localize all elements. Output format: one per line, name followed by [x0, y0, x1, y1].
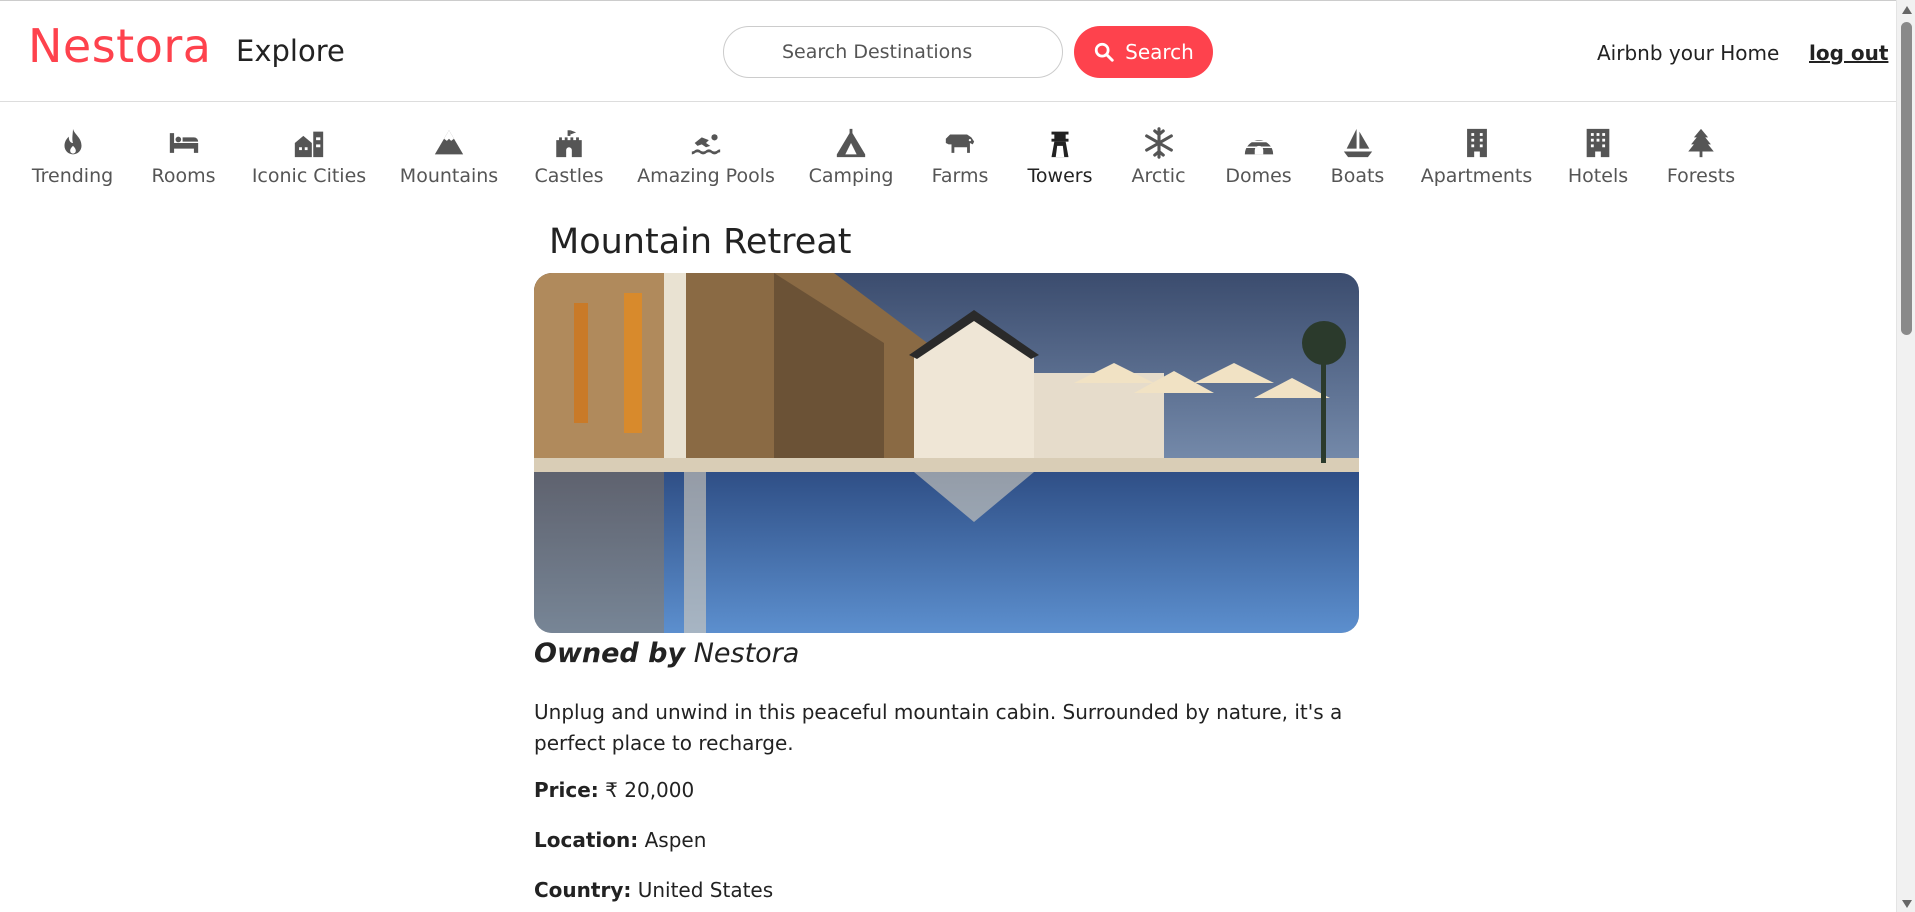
bed-icon — [169, 133, 198, 153]
scrollbar-thumb[interactable] — [1901, 22, 1912, 335]
search-button-label: Search — [1125, 40, 1194, 64]
filter-label: Towers — [1027, 165, 1093, 187]
filter-label: Castles — [534, 165, 604, 187]
brand-logo[interactable]: Nestora — [28, 19, 211, 73]
location-line: Location: Aspen — [534, 828, 706, 852]
location-label: Location: — [534, 828, 639, 852]
filter-label: Apartments — [1420, 165, 1533, 187]
city-icon — [294, 131, 324, 158]
price-label: Price: — [534, 778, 599, 802]
filter-label: Amazing Pools — [637, 165, 775, 187]
owner-name: Nestora — [693, 638, 800, 669]
country-value: United States — [637, 878, 774, 902]
filter-domes[interactable]: Domes — [1225, 126, 1292, 187]
filter-label: Farms — [931, 165, 989, 187]
tent-icon — [836, 128, 866, 158]
search-input[interactable] — [723, 26, 1063, 78]
filter-amazing-pools[interactable]: Amazing Pools — [637, 126, 775, 187]
fire-icon — [64, 128, 81, 155]
filter-label: Iconic Cities — [251, 165, 367, 187]
hotel-icon — [1586, 128, 1610, 158]
vertical-scrollbar[interactable] — [1896, 0, 1915, 912]
filter-boats[interactable]: Boats — [1331, 126, 1384, 187]
logout-link[interactable]: log out — [1809, 41, 1888, 65]
listing-title: Mountain Retreat — [549, 222, 852, 262]
filter-label: Boats — [1330, 165, 1385, 187]
owner-line: Owned by Nestora — [534, 638, 799, 669]
filter-label: Rooms — [151, 165, 216, 187]
filter-label: Trending — [31, 165, 114, 187]
filter-farms[interactable]: Farms — [931, 126, 989, 187]
country-label: Country: — [534, 878, 632, 902]
price-line: Price: ₹ 20,000 — [534, 778, 694, 802]
navbar: Nestora Explore Search Airbnb your Home … — [0, 0, 1896, 102]
filter-arctic[interactable]: Arctic — [1131, 126, 1186, 187]
filter-label: Hotels — [1567, 165, 1629, 187]
owned-by-label: Owned by — [534, 638, 686, 669]
filter-hotels[interactable]: Hotels — [1567, 126, 1629, 187]
filter-castles[interactable]: Castles — [534, 126, 604, 187]
filter-forests[interactable]: Forests — [1666, 126, 1736, 187]
filter-label: Mountains — [399, 165, 499, 187]
filter-label: Arctic — [1131, 165, 1186, 187]
swimmer-icon — [691, 134, 721, 155]
airbnb-your-home-link[interactable]: Airbnb your Home — [1597, 41, 1779, 65]
filters-bar: Trending Rooms Iconic Cities Mountains C… — [0, 126, 1896, 196]
igloo-icon — [1244, 134, 1273, 155]
price-value: ₹ 20,000 — [605, 778, 695, 802]
snowflake-icon — [1144, 127, 1173, 159]
scroll-up-arrow-icon[interactable] — [1902, 6, 1912, 14]
listing-image — [534, 273, 1359, 633]
filter-towers[interactable]: Towers — [1028, 126, 1092, 187]
listing-description: Unplug and unwind in this peaceful mount… — [534, 700, 1343, 755]
tree-icon — [1688, 128, 1714, 158]
building-icon — [1466, 128, 1487, 158]
search-icon — [1094, 42, 1114, 62]
sailboat-icon — [1343, 128, 1372, 158]
filter-label: Camping — [808, 165, 894, 187]
filter-label: Domes — [1225, 165, 1292, 187]
filter-rooms[interactable]: Rooms — [150, 126, 217, 187]
scroll-down-arrow-icon[interactable] — [1902, 900, 1912, 908]
cow-icon — [945, 134, 975, 153]
tower-icon — [1051, 131, 1069, 158]
filter-camping[interactable]: Camping — [808, 126, 894, 187]
filter-label: Forests — [1666, 165, 1736, 187]
castle-icon — [556, 130, 582, 158]
filter-iconic-cities[interactable]: Iconic Cities — [252, 126, 366, 187]
filter-trending[interactable]: Trending — [31, 126, 114, 187]
filter-mountains[interactable]: Mountains — [399, 126, 499, 187]
location-value: Aspen — [644, 828, 707, 852]
mountain-icon — [434, 130, 464, 155]
country-line: Country: United States — [534, 878, 773, 902]
filter-apartments[interactable]: Apartments — [1421, 126, 1532, 187]
search-button[interactable]: Search — [1074, 26, 1213, 78]
explore-link[interactable]: Explore — [236, 34, 345, 68]
